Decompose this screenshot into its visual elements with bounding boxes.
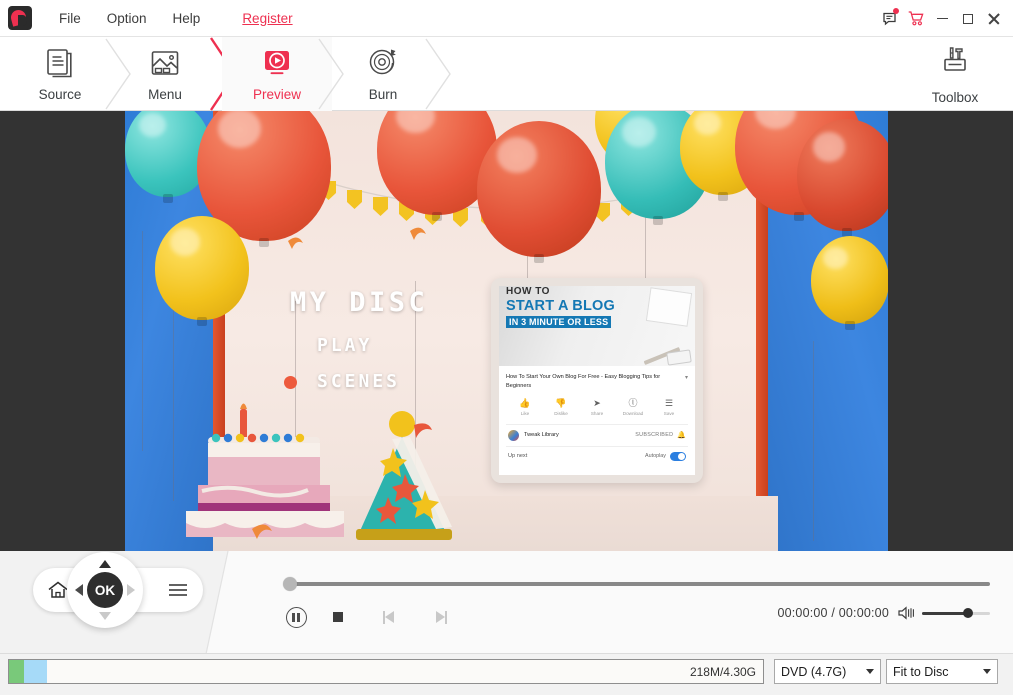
seek-bar[interactable] (283, 577, 990, 591)
workflow-step-nav: Source Menu Preview Burn Toolbox (0, 37, 1013, 111)
feedback-message-icon[interactable] (877, 4, 903, 34)
preview-play-monitor-icon (260, 46, 294, 80)
skip-previous-icon (383, 610, 397, 624)
app-flame-logo-icon (8, 6, 32, 30)
menu-item-help[interactable]: Help (160, 7, 214, 30)
next-button[interactable] (425, 602, 455, 632)
disc-type-select[interactable]: DVD (4.7G) (774, 659, 881, 684)
chevron-down-icon (866, 669, 874, 674)
player-control-panel: OK (0, 551, 1013, 654)
dvd-menu-title: MY DISC (290, 287, 429, 318)
step-preview-label: Preview (252, 87, 301, 102)
seek-handle[interactable] (283, 577, 297, 591)
arrow-up-icon[interactable] (99, 560, 111, 568)
step-menu[interactable]: Menu (110, 37, 220, 111)
skip-next-icon (433, 610, 447, 624)
volume-fill (922, 612, 968, 615)
preview-letterbox: HOW TO START A BLOG IN 3 MINUTE OR LESS … (0, 111, 1013, 551)
dvd-menu-selection-marker-icon (284, 376, 297, 389)
pause-circle-icon (285, 606, 307, 628)
minimize-icon[interactable] (929, 4, 955, 34)
step-source-label: Source (38, 87, 82, 102)
remote-dpad: OK (67, 552, 143, 628)
dvd-menu-item-play[interactable]: PLAY (317, 335, 372, 356)
speaker-volume-icon[interactable] (898, 606, 916, 620)
fit-mode-select[interactable]: Fit to Disc (886, 659, 998, 684)
title-bar: File Option Help Register (0, 0, 1013, 37)
remote-ok-button[interactable]: OK (87, 572, 123, 608)
menu-bar: File Option Help Register (46, 7, 306, 30)
arrow-left-icon[interactable] (75, 584, 83, 596)
disc-capacity-bar: 218M/4.30G (8, 659, 764, 684)
volume-slider[interactable] (922, 606, 990, 620)
time-and-volume: 00:00:00 / 00:00:00 (777, 606, 990, 620)
stop-square-icon (333, 612, 343, 622)
fit-mode-value: Fit to Disc (893, 664, 949, 679)
previous-button[interactable] (375, 602, 405, 632)
seek-track[interactable] (290, 582, 990, 586)
step-burn-label: Burn (368, 87, 398, 102)
arrow-right-icon[interactable] (127, 584, 135, 596)
dvd-remote-control: OK (33, 552, 203, 628)
documents-icon (43, 46, 77, 80)
remote-menu-button[interactable] (163, 575, 193, 605)
notification-badge (893, 7, 899, 14)
shopping-cart-icon[interactable] (903, 4, 929, 34)
arrow-down-icon[interactable] (99, 612, 111, 620)
menu-item-file[interactable]: File (46, 7, 94, 30)
disc-burn-icon (365, 46, 401, 80)
menu-item-register[interactable]: Register (229, 7, 305, 30)
dvd-menu-item-scenes[interactable]: SCENES (317, 371, 400, 392)
pause-button[interactable] (281, 602, 311, 632)
disc-type-value: DVD (4.7G) (781, 664, 847, 679)
step-menu-label: Menu (148, 87, 182, 102)
dvd-menu-overlay: MY DISC PLAY SCENES (125, 111, 888, 551)
maximize-icon[interactable] (955, 4, 981, 34)
toolbox-label: Toolbox (931, 89, 979, 105)
preview-video-canvas[interactable]: HOW TO START A BLOG IN 3 MINUTE OR LESS … (125, 111, 888, 551)
disc-usage-text: 218M/4.30G (689, 664, 756, 679)
app-window: File Option Help Register Source Menu Pr… (0, 0, 1013, 695)
capacity-segment-menu (9, 660, 24, 683)
playback-buttons (281, 602, 455, 632)
volume-handle[interactable] (963, 608, 973, 618)
close-icon[interactable] (981, 4, 1007, 34)
toolbox-icon (937, 44, 973, 83)
step-burn[interactable]: Burn (328, 37, 438, 111)
step-source[interactable]: Source (5, 37, 115, 111)
image-template-icon (148, 46, 182, 80)
toolbox-button[interactable]: Toolbox (905, 37, 1005, 111)
window-controls (877, 0, 1007, 37)
time-display: 00:00:00 / 00:00:00 (777, 606, 889, 620)
step-preview[interactable]: Preview (222, 37, 332, 111)
capacity-segment-video (24, 660, 47, 683)
stop-button[interactable] (323, 602, 353, 632)
chevron-down-icon (983, 669, 991, 674)
menu-item-option[interactable]: Option (94, 7, 160, 30)
